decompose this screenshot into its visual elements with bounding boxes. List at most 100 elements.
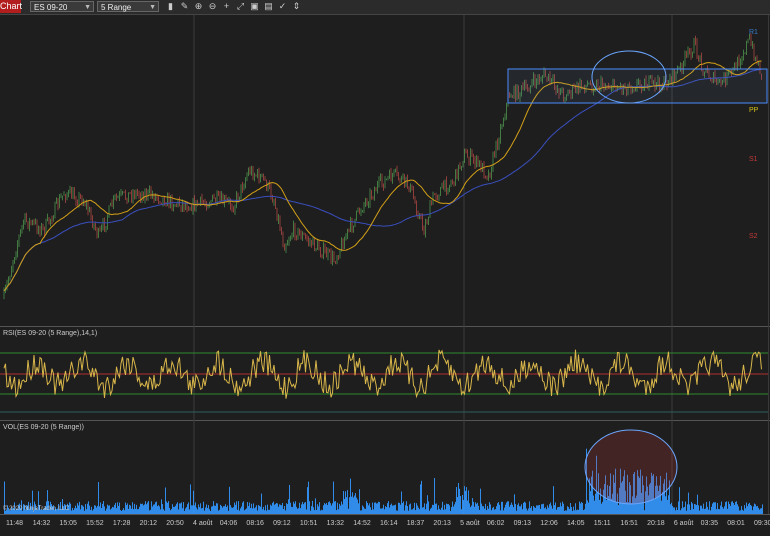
volume-bar — [560, 502, 561, 514]
volume-bar — [232, 507, 233, 514]
volume-bar — [468, 490, 469, 514]
chart-tab-label[interactable]: Chart — [0, 0, 22, 13]
volume-bar — [187, 504, 188, 514]
volume-bar — [121, 510, 122, 514]
volume-bar — [266, 510, 267, 514]
volume-bar — [93, 509, 94, 514]
volume-bar — [431, 507, 432, 514]
range-box[interactable] — [507, 68, 768, 104]
volume-bar — [205, 507, 206, 514]
strategy-icon[interactable]: ▣ — [249, 1, 260, 12]
volume-bar — [381, 508, 382, 514]
x-axis-tick-label: 20:13 — [433, 520, 451, 527]
volume-bar — [397, 510, 398, 514]
x-axis-tick-label: 16:14 — [380, 520, 398, 527]
volume-bar — [707, 506, 708, 514]
chart-canvas[interactable]: R1 PP S1 S2 RSI(ES 09-20 (5 Range),14,1)… — [0, 15, 770, 536]
volume-bar — [118, 505, 119, 514]
x-axis-tick-label: 14:52 — [353, 520, 371, 527]
volume-bar — [434, 478, 435, 514]
volume-bar — [485, 503, 486, 514]
volume-bar — [480, 488, 481, 514]
volume-bar — [748, 503, 749, 514]
volume-bar — [661, 500, 662, 514]
volume-bar — [316, 510, 317, 514]
volume-bar — [311, 506, 312, 514]
volume-bar — [506, 502, 507, 514]
interval-selector[interactable]: 5 Range ▼ — [97, 1, 159, 12]
instrument-selector[interactable]: ES 09-20 ▼ — [30, 1, 94, 12]
volume-bar — [674, 507, 675, 514]
volume-bar — [334, 501, 335, 514]
volume-bar — [252, 508, 253, 514]
price-panel[interactable] — [0, 15, 770, 326]
volume-bar — [711, 506, 712, 514]
volume-bar — [439, 508, 440, 514]
volume-bar — [71, 510, 72, 514]
volume-bar — [261, 493, 262, 514]
volume-bar — [470, 507, 471, 514]
interval-value: 5 Range — [101, 3, 132, 12]
volume-bar — [135, 508, 136, 514]
volume-bar — [208, 505, 209, 514]
volume-bar — [318, 506, 319, 514]
volume-bar — [235, 504, 236, 514]
volume-bar — [687, 504, 688, 514]
volume-bar — [587, 500, 588, 514]
volume-bar — [219, 509, 220, 514]
volume-bar — [606, 499, 607, 514]
volume-bar — [389, 507, 390, 514]
volume-bar — [155, 502, 156, 514]
volume-bar — [345, 491, 346, 514]
volume-bar — [234, 502, 235, 514]
volume-bar — [459, 488, 460, 514]
volume-bar — [314, 510, 315, 514]
pencil-icon[interactable]: ✎ — [179, 1, 190, 12]
volume-bar — [253, 503, 254, 514]
volume-bar — [728, 501, 729, 514]
volume-bar — [747, 506, 748, 514]
volume-bar — [683, 507, 684, 514]
volume-bar — [332, 503, 333, 514]
volume-bar — [440, 509, 441, 514]
volume-bar — [438, 505, 439, 514]
volume-bar — [140, 503, 141, 514]
volume-bar — [400, 504, 401, 514]
volume-bar — [226, 506, 227, 514]
volume-bar — [697, 494, 698, 514]
x-axis-tick-label: 15:11 — [594, 520, 611, 527]
volume-bar — [151, 501, 152, 514]
volume-bar — [526, 508, 527, 514]
volume-bar — [465, 490, 466, 514]
volume-bar — [569, 508, 570, 514]
properties-icon[interactable]: ✓ — [277, 1, 288, 12]
volume-bar — [556, 509, 557, 514]
crosshair-icon[interactable]: + — [221, 1, 232, 12]
volume-bar — [178, 509, 179, 514]
volume-bar — [279, 504, 280, 514]
volume-bar — [278, 506, 279, 514]
template-icon[interactable]: ▤ — [263, 1, 274, 12]
volume-bar — [342, 504, 343, 514]
volume-bar — [109, 505, 110, 514]
bars-icon[interactable]: ▮ — [165, 1, 176, 12]
volume-bar — [201, 508, 202, 514]
volume-bar — [494, 509, 495, 514]
volume-bar — [199, 507, 200, 514]
volume-bar — [281, 505, 282, 514]
volume-bar — [273, 501, 274, 514]
volume-bar — [581, 502, 582, 514]
scale-icon[interactable]: ⇕ — [291, 1, 302, 12]
volume-bar — [568, 507, 569, 514]
volume-bar — [753, 506, 754, 514]
volume-bar — [740, 510, 741, 514]
volume-bar — [731, 501, 732, 514]
volume-bar — [384, 509, 385, 514]
volume-bar — [694, 503, 695, 514]
zoom-in-icon[interactable]: ⊕ — [193, 1, 204, 12]
move-icon[interactable]: ⤢ — [235, 1, 246, 12]
volume-highlight-ellipse[interactable] — [584, 429, 678, 505]
zoom-out-icon[interactable]: ⊖ — [207, 1, 218, 12]
volume-bar — [174, 506, 175, 514]
volume-bar — [555, 502, 556, 514]
